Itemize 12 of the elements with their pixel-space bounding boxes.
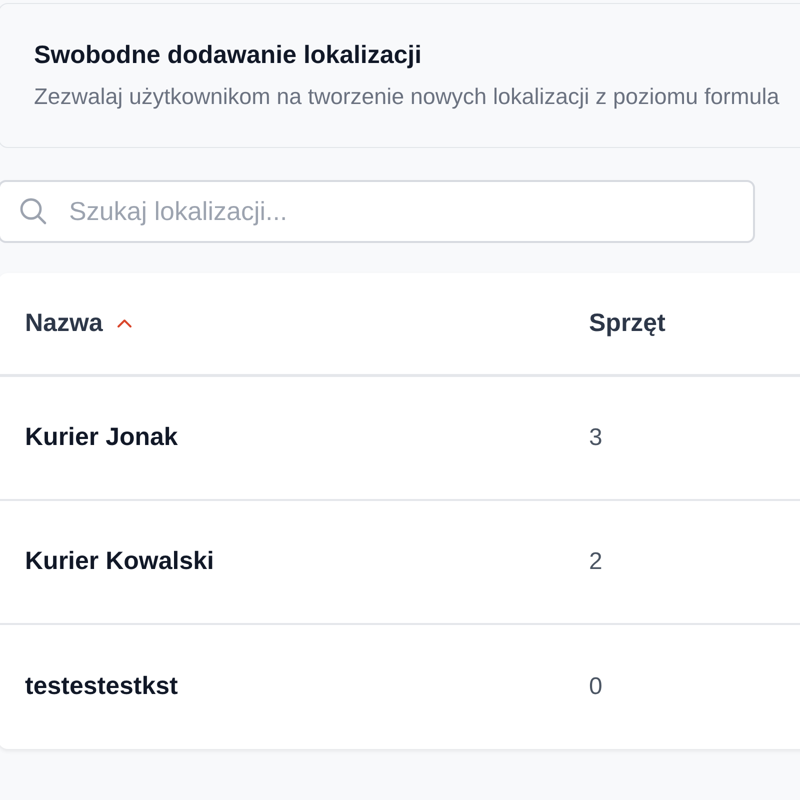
search-field[interactable]: Szukaj lokalizacji... bbox=[0, 180, 755, 243]
search-icon bbox=[19, 197, 47, 225]
location-name: Kurier Kowalski bbox=[25, 547, 214, 576]
location-name: Kurier Jonak bbox=[25, 423, 178, 452]
column-header[interactable]: Sprzęt bbox=[589, 304, 666, 342]
settings-description: Zezwalaj użytkownikom na tworzenie nowych lokalizacji z poziomu formula bbox=[34, 83, 780, 111]
equipment-count: 0 bbox=[589, 673, 602, 700]
equipment-count: 2 bbox=[589, 548, 602, 575]
location-name: testestestkst bbox=[25, 672, 178, 700]
column-header[interactable]: Nazwa bbox=[25, 304, 132, 342]
settings-title: Swobodne dodawanie lokalizacji bbox=[34, 40, 423, 70]
equipment-count: 3 bbox=[589, 424, 602, 451]
